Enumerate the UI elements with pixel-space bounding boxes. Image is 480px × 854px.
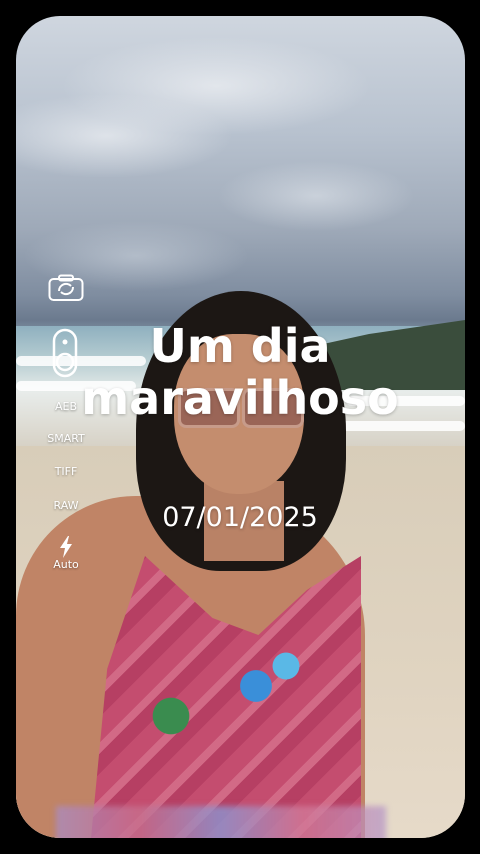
title-line-1: Um dia [149,319,331,373]
photo-viewport [16,16,465,838]
raw-option[interactable]: RAW [38,499,94,512]
smart-option[interactable]: SMART [38,432,94,445]
camera-switch-icon[interactable] [48,274,84,302]
flash-bolt-icon[interactable] [58,536,74,558]
overlay-date: 07/01/2025 [162,502,318,533]
flash-mode-label[interactable]: Auto [38,558,94,571]
overlay-title: Um dia maravilhoso [60,320,420,424]
thumbnail-strip[interactable] [56,806,386,838]
tiff-option[interactable]: TIFF [38,465,94,478]
title-line-2: maravilhoso [81,371,399,425]
